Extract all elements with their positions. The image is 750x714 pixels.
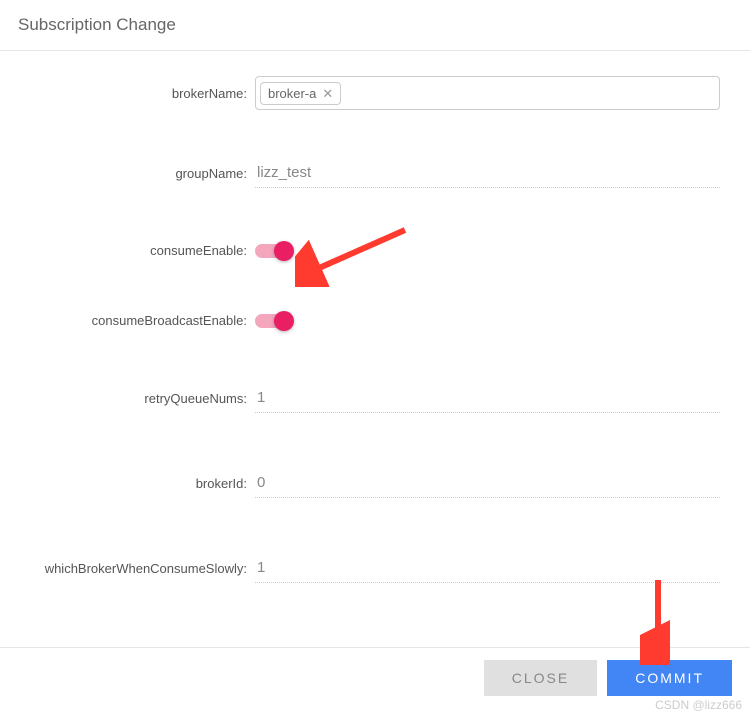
label-groupname: groupName: (15, 166, 255, 181)
commit-button[interactable]: COMMIT (607, 660, 732, 696)
dialog-footer: CLOSE COMMIT (0, 647, 750, 714)
label-retryqueuenums: retryQueueNums: (15, 391, 255, 406)
dialog-body: brokerName: broker-a ✕ groupName: consum… (0, 51, 750, 647)
dialog-title: Subscription Change (18, 15, 732, 35)
toggle-knob (274, 311, 294, 331)
label-whichbroker: whichBrokerWhenConsumeSlowly: (15, 561, 255, 576)
label-consumebroadcastenable: consumeBroadcastEnable: (15, 313, 255, 328)
tag-broker-a[interactable]: broker-a ✕ (260, 82, 341, 105)
consumeenable-toggle[interactable] (255, 244, 291, 258)
row-whichbroker: whichBrokerWhenConsumeSlowly: (15, 553, 735, 583)
retryqueuenums-input[interactable] (255, 383, 720, 413)
subscription-change-dialog: Subscription Change brokerName: broker-a… (0, 0, 750, 714)
toggle-knob (274, 241, 294, 261)
label-brokerid: brokerId: (15, 476, 255, 491)
tag-label: broker-a (268, 86, 316, 101)
row-consumeenable: consumeEnable: (15, 243, 735, 258)
row-brokername: brokerName: broker-a ✕ (15, 76, 735, 110)
label-brokername: brokerName: (15, 86, 255, 101)
whichbroker-input[interactable] (255, 553, 720, 583)
watermark: CSDN @lizz666 (655, 698, 742, 712)
label-consumeenable: consumeEnable: (15, 243, 255, 258)
row-brokerid: brokerId: (15, 468, 735, 498)
dialog-header: Subscription Change (0, 0, 750, 51)
close-icon[interactable]: ✕ (322, 87, 333, 100)
consumebroadcastenable-toggle[interactable] (255, 314, 291, 328)
close-button[interactable]: CLOSE (484, 660, 597, 696)
row-retryqueuenums: retryQueueNums: (15, 383, 735, 413)
brokerid-input[interactable] (255, 468, 720, 498)
brokername-input[interactable]: broker-a ✕ (255, 76, 720, 110)
groupname-input[interactable] (255, 158, 720, 188)
row-consumebroadcastenable: consumeBroadcastEnable: (15, 313, 735, 328)
row-groupname: groupName: (15, 158, 735, 188)
